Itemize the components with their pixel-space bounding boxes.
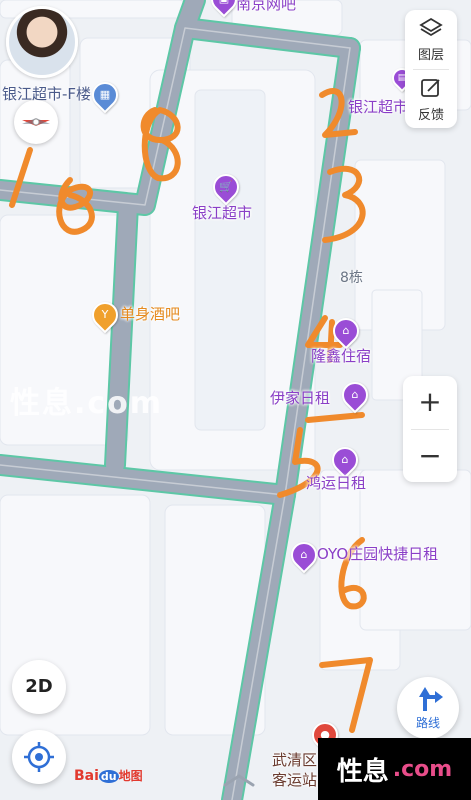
locate-button[interactable] bbox=[12, 730, 66, 784]
chevron-up-icon[interactable] bbox=[222, 772, 256, 788]
poi-label-hotel-oyo[interactable]: OYO庄园快捷日租 bbox=[317, 543, 438, 564]
feedback-button[interactable]: 反馈 bbox=[405, 70, 457, 128]
route-button[interactable]: 路线 bbox=[397, 677, 459, 739]
poi-label-hotel-yijia[interactable]: 伊家日租 bbox=[270, 387, 330, 408]
poi-label-hotel-hongyun[interactable]: 鸿运日租 bbox=[306, 472, 366, 493]
watermark-text: 性息 bbox=[336, 756, 389, 787]
layers-button[interactable]: 图层 bbox=[405, 10, 457, 68]
compass-icon[interactable] bbox=[14, 100, 58, 144]
watermark-faint: 性息.com bbox=[10, 386, 164, 421]
poi-label-supermarket-right[interactable]: 银江超市 bbox=[348, 96, 408, 117]
layers-label: 图层 bbox=[417, 48, 444, 63]
poi-label-internet-cafe[interactable]: 南京网吧 bbox=[236, 0, 296, 14]
building-number-label: 8栋 bbox=[340, 270, 363, 286]
map-tools-panel: 图层 反馈 bbox=[405, 10, 457, 128]
zoom-out-button[interactable]: − bbox=[403, 430, 457, 482]
zoom-in-button[interactable]: + bbox=[403, 376, 457, 428]
feedback-icon bbox=[421, 79, 440, 97]
watermark-domain: .com bbox=[392, 756, 453, 782]
user-avatar[interactable] bbox=[6, 6, 78, 78]
baidu-map-logo: Bai du 地图 bbox=[74, 768, 143, 784]
route-label: 路线 bbox=[415, 716, 440, 730]
mode-2d-button[interactable]: 2D bbox=[12, 660, 66, 714]
watermark-banner: 性息 .com bbox=[318, 738, 471, 800]
zoom-controls: + − bbox=[403, 376, 457, 482]
poi-label-bar[interactable]: 单身酒吧 bbox=[120, 303, 180, 324]
poi-label-hotel-longxin[interactable]: 隆鑫住宿 bbox=[311, 345, 371, 366]
locate-icon bbox=[24, 742, 54, 772]
poi-label-supermarket[interactable]: 银江超市 bbox=[192, 202, 252, 223]
layers-icon bbox=[419, 17, 443, 37]
poi-label-bus-station[interactable]: 武清区客运站 bbox=[272, 750, 320, 790]
route-arrow-icon bbox=[419, 687, 443, 711]
feedback-label: 反馈 bbox=[417, 108, 444, 123]
